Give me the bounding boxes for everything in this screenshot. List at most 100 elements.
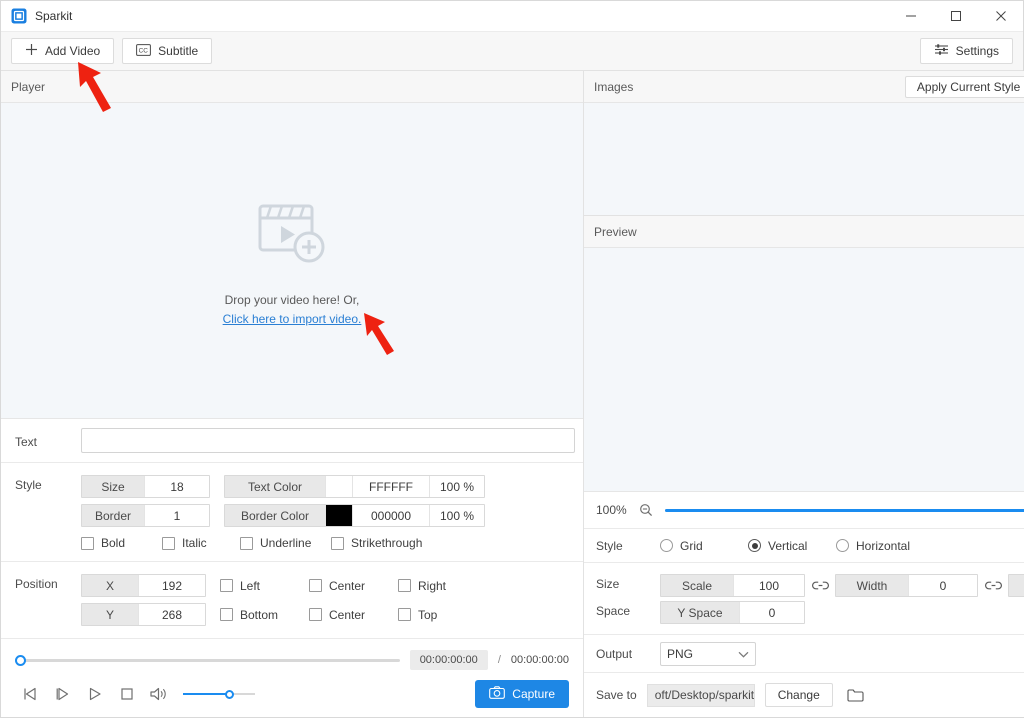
zoom-fill <box>665 509 1024 512</box>
align-center-vertical-checkbox[interactable]: Center <box>309 608 398 622</box>
border-width-field[interactable]: Border 1 <box>81 504 210 527</box>
style-line-1: Size 18 Text Color FFFFFF 100 % <box>81 475 569 498</box>
space-row-label: Space <box>596 601 660 618</box>
subtitle-button[interactable]: CC Subtitle <box>122 38 212 64</box>
font-size-field[interactable]: Size 18 <box>81 475 210 498</box>
align-center-horizontal-checkbox[interactable]: Center <box>309 579 398 593</box>
underline-checkbox[interactable]: Underline <box>240 536 331 550</box>
layout-grid-label: Grid <box>680 539 703 553</box>
height-field[interactable]: Height 0 <box>1008 574 1024 597</box>
output-row: Output PNG <box>584 635 1024 673</box>
position-row-label: Position <box>15 574 81 591</box>
volume-icon[interactable] <box>143 681 175 707</box>
position-x-field[interactable]: X 192 <box>81 574 206 597</box>
border-color-hex[interactable]: 000000 <box>352 505 429 526</box>
border-color-field[interactable]: Border Color 000000 100 % <box>224 504 485 527</box>
volume-slider[interactable] <box>183 688 255 700</box>
layout-vertical-radio[interactable]: Vertical <box>748 539 836 553</box>
seek-slider[interactable] <box>15 653 400 667</box>
border-width-caption: Border <box>82 505 144 526</box>
checkbox-box <box>81 537 94 550</box>
layout-grid-radio[interactable]: Grid <box>660 539 748 553</box>
settings-button[interactable]: Settings <box>920 38 1013 64</box>
border-color-opacity[interactable]: 100 % <box>429 505 484 526</box>
align-center-label: Center <box>329 579 365 593</box>
checkbox-box <box>309 608 322 621</box>
checkbox-box <box>398 608 411 621</box>
seek-track <box>15 659 400 662</box>
height-caption: Height <box>1009 575 1024 596</box>
position-x-value[interactable]: 192 <box>138 575 205 596</box>
y-space-value[interactable]: 0 <box>739 602 804 623</box>
text-row-label: Text <box>15 432 81 449</box>
border-color-swatch[interactable] <box>325 505 352 526</box>
images-list-area[interactable] <box>584 103 1024 216</box>
zoom-out-icon[interactable] <box>635 499 657 521</box>
preview-panel-title: Preview <box>594 225 1024 239</box>
step-backward-icon[interactable] <box>15 681 47 707</box>
sliders-icon <box>934 43 949 59</box>
settings-label: Settings <box>956 44 999 58</box>
radio-circle <box>660 539 673 552</box>
minimize-button[interactable] <box>888 1 933 31</box>
font-size-value[interactable]: 18 <box>144 476 209 497</box>
align-center-vertical-label: Center <box>329 608 365 622</box>
align-right-checkbox[interactable]: Right <box>398 579 487 593</box>
seek-knob[interactable] <box>15 655 26 666</box>
position-y-field[interactable]: Y 268 <box>81 603 206 626</box>
checkbox-box <box>331 537 344 550</box>
width-value[interactable]: 0 <box>908 575 977 596</box>
checkbox-box <box>162 537 175 550</box>
subtitle-text-input[interactable] <box>81 428 575 453</box>
checkbox-box <box>309 579 322 592</box>
bold-checkbox[interactable]: Bold <box>81 536 162 550</box>
scale-caption: Scale <box>661 575 733 596</box>
add-video-button[interactable]: Add Video <box>11 38 114 64</box>
video-placeholder-icon <box>254 196 330 271</box>
output-format-value: PNG <box>667 647 738 661</box>
layout-horizontal-radio[interactable]: Horizontal <box>836 539 910 553</box>
align-top-label: Top <box>418 608 437 622</box>
main-toolbar: Add Video CC Subtitle <box>1 32 1023 71</box>
radio-circle <box>836 539 849 552</box>
player-panel-title: Player <box>11 80 573 94</box>
link-width-height-icon[interactable] <box>978 580 1008 591</box>
subtitle-label: Subtitle <box>158 44 198 58</box>
radio-circle <box>748 539 761 552</box>
preview-canvas-area[interactable] <box>584 248 1024 492</box>
align-bottom-checkbox[interactable]: Bottom <box>220 608 309 622</box>
capture-button[interactable]: Capture <box>475 680 569 708</box>
preview-panel-header: Preview Show <box>584 216 1024 248</box>
align-left-checkbox[interactable]: Left <box>220 579 309 593</box>
scale-field[interactable]: Scale 100 <box>660 574 805 597</box>
chevron-down-icon <box>738 647 749 661</box>
link-scale-width-icon[interactable] <box>805 580 835 591</box>
apply-current-style-button[interactable]: Apply Current Style <box>905 76 1024 98</box>
text-row-body <box>81 428 575 453</box>
border-width-value[interactable]: 1 <box>144 505 209 526</box>
strikethrough-checkbox[interactable]: Strikethrough <box>331 536 422 550</box>
open-folder-icon[interactable] <box>843 683 869 707</box>
output-format-select[interactable]: PNG <box>660 642 756 666</box>
video-drop-zone[interactable]: Drop your video here! Or, Click here to … <box>1 103 583 419</box>
text-color-hex[interactable]: FFFFFF <box>352 476 429 497</box>
text-color-opacity[interactable]: 100 % <box>429 476 484 497</box>
text-color-field[interactable]: Text Color FFFFFF 100 % <box>224 475 485 498</box>
close-button[interactable] <box>978 1 1023 31</box>
scale-value[interactable]: 100 <box>733 575 804 596</box>
italic-checkbox[interactable]: Italic <box>162 536 240 550</box>
align-top-checkbox[interactable]: Top <box>398 608 487 622</box>
width-field[interactable]: Width 0 <box>835 574 978 597</box>
volume-knob[interactable] <box>225 690 234 699</box>
position-y-value[interactable]: 268 <box>138 604 205 625</box>
maximize-button[interactable] <box>933 1 978 31</box>
import-video-link[interactable]: Click here to import video. <box>223 312 362 326</box>
save-path-value: oft/Desktop/sparkit <box>647 684 755 707</box>
y-space-field[interactable]: Y Space 0 <box>660 601 805 624</box>
zoom-slider[interactable] <box>665 503 1024 517</box>
stop-button-icon[interactable] <box>111 681 143 707</box>
change-path-button[interactable]: Change <box>765 683 833 707</box>
text-color-swatch[interactable] <box>325 476 352 497</box>
step-forward-icon[interactable] <box>47 681 79 707</box>
play-button-icon[interactable] <box>79 681 111 707</box>
